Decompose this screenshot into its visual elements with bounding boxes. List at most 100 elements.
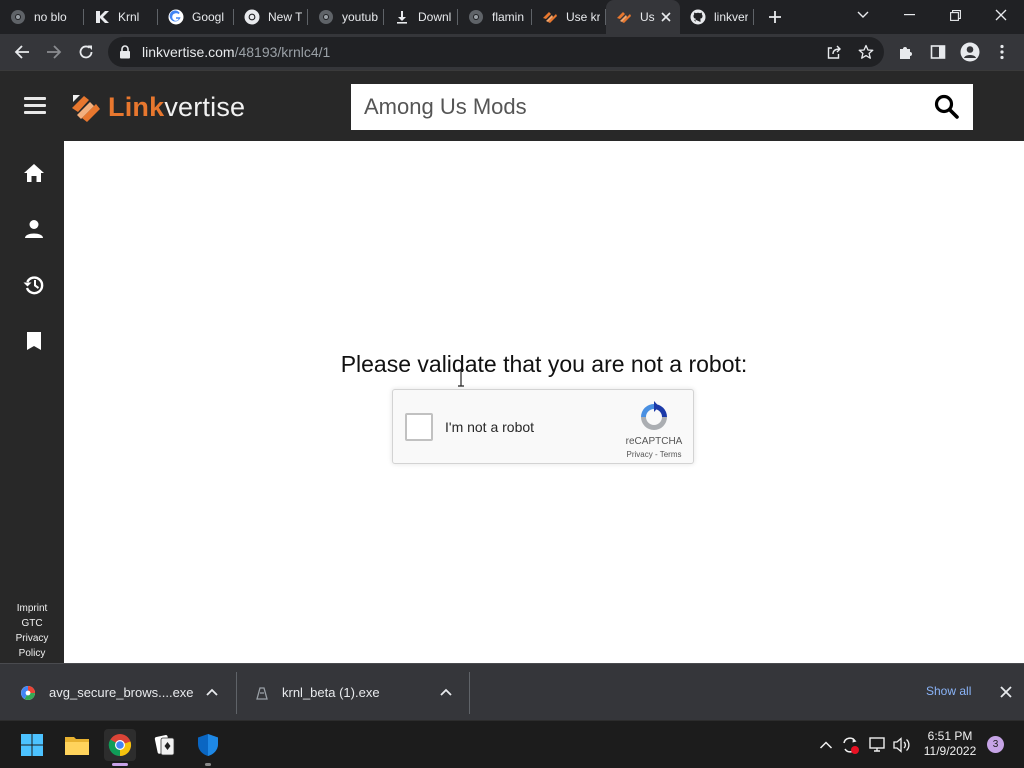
url-text[interactable]: linkvertise.com/48193/krnlc4/1 <box>142 44 330 60</box>
windows-taskbar: 6:51 PM 11/9/2022 3 <box>0 720 1024 768</box>
windows-start-icon[interactable] <box>16 729 48 761</box>
minimize-button[interactable] <box>886 0 932 30</box>
tab-google[interactable]: Googl <box>158 0 234 34</box>
download-filename: krnl_beta (1).exe <box>282 685 380 700</box>
linkvertise-logo[interactable]: Linkvertise <box>70 89 245 125</box>
show-all-downloads-link[interactable]: Show all <box>926 684 971 698</box>
recaptcha-logo-icon <box>637 400 671 434</box>
search-icon[interactable] <box>933 93 961 121</box>
logo-text-vertise: vertise <box>164 91 246 122</box>
text-cursor-icon <box>457 369 465 387</box>
tab-active-linkvertise[interactable]: Us <box>606 0 680 34</box>
tab-title: Krnl <box>118 10 140 24</box>
new-tab-button[interactable] <box>760 0 790 34</box>
tab-use-krnl[interactable]: Use kr <box>532 0 606 34</box>
tab-title: youtub <box>342 10 378 24</box>
side-panel-icon[interactable] <box>922 36 954 68</box>
system-clock[interactable]: 6:51 PM 11/9/2022 <box>916 729 984 759</box>
logo-text: Linkvertise <box>108 92 245 123</box>
url-path: /48193/krnlc4/1 <box>234 44 331 60</box>
tab-download[interactable]: Downl <box>384 0 458 34</box>
network-icon[interactable] <box>867 735 887 755</box>
chrome-taskbar-icon[interactable] <box>104 729 136 766</box>
close-download-bar-icon[interactable] <box>998 684 1014 700</box>
chrome-icon <box>244 9 260 25</box>
close-window-button[interactable] <box>978 0 1024 30</box>
bookmark-star-icon[interactable] <box>851 37 881 67</box>
page-title: Please validate that you are not a robot… <box>340 351 748 377</box>
recaptcha-label: I'm not a robot <box>445 419 535 435</box>
search-input[interactable] <box>364 94 904 120</box>
home-icon[interactable] <box>20 159 48 187</box>
file-icon <box>254 685 270 701</box>
notification-badge[interactable]: 3 <box>987 736 1004 753</box>
sidebar-footer-links: Imprint GTC Privacy Policy <box>0 601 64 661</box>
recaptcha-terms-link[interactable]: Terms <box>660 450 682 459</box>
policy-link[interactable]: Policy <box>0 646 64 661</box>
github-icon <box>690 9 706 25</box>
download-item-avg[interactable]: avg_secure_brows....exe <box>20 664 235 721</box>
chevron-up-icon[interactable] <box>439 685 453 699</box>
history-icon[interactable] <box>20 271 48 299</box>
tab-no-blo[interactable]: no blo <box>0 0 84 34</box>
extensions-icon[interactable] <box>890 36 922 68</box>
share-icon[interactable] <box>819 37 849 67</box>
lock-icon <box>119 45 131 64</box>
site-header: Linkvertise <box>0 70 1024 141</box>
privacy-link[interactable]: Privacy <box>0 631 64 646</box>
download-item-krnl[interactable]: krnl_beta (1).exe <box>254 664 468 721</box>
download-divider <box>236 672 237 714</box>
chrome-globe-icon <box>10 9 26 25</box>
download-icon <box>394 9 410 25</box>
site-sidebar: Imprint GTC Privacy Policy <box>0 141 64 663</box>
tab-title: flamin <box>492 10 525 24</box>
tab-youtube[interactable]: youtub <box>308 0 384 34</box>
chevron-up-icon[interactable] <box>205 685 219 699</box>
address-bar[interactable]: linkvertise.com/48193/krnlc4/1 <box>108 37 884 67</box>
solitaire-icon[interactable] <box>149 729 181 761</box>
back-button[interactable] <box>6 36 38 68</box>
volume-icon[interactable] <box>892 735 912 755</box>
tab-title: linkver <box>714 10 748 24</box>
chrome-globe-icon <box>318 9 334 25</box>
restore-button[interactable] <box>932 0 978 30</box>
running-indicator <box>112 763 128 766</box>
gtc-link[interactable]: GTC <box>0 616 64 631</box>
browser-tab-strip: no blo Krnl Googl New T youtub Downl fla… <box>0 0 1024 34</box>
imprint-link[interactable]: Imprint <box>0 601 64 616</box>
profile-avatar[interactable] <box>954 36 986 68</box>
recaptcha-checkbox[interactable] <box>405 413 433 441</box>
krnl-icon <box>94 9 110 25</box>
reload-button[interactable] <box>70 36 102 68</box>
clock-time: 6:51 PM <box>927 729 973 743</box>
menu-dots-icon[interactable] <box>986 36 1018 68</box>
linkvertise-icon <box>616 9 632 25</box>
tab-linkvertise-github[interactable]: linkver <box>680 0 754 34</box>
recaptcha-privacy-link[interactable]: Privacy <box>627 450 653 459</box>
main-content: Please validate that you are not a robot… <box>64 141 1024 663</box>
sync-alert-icon[interactable] <box>840 735 860 755</box>
chevron-up-tray-icon[interactable] <box>816 735 836 755</box>
tab-flamin[interactable]: flamin <box>458 0 532 34</box>
browser-toolbar: linkvertise.com/48193/krnlc4/1 <box>0 34 1024 70</box>
linkvertise-logo-icon <box>72 95 100 122</box>
recaptcha-widget: I'm not a robot reCAPTCHA Privacy - Term… <box>392 389 694 464</box>
download-divider <box>469 672 470 714</box>
logo-text-link: Link <box>108 91 165 122</box>
tab-title: Use kr <box>566 10 600 24</box>
tab-krnl[interactable]: Krnl <box>84 0 158 34</box>
windows-security-icon[interactable] <box>192 729 224 766</box>
close-tab-icon[interactable] <box>658 9 674 25</box>
file-explorer-icon[interactable] <box>61 729 93 761</box>
google-icon <box>168 9 184 25</box>
chrome-globe-icon <box>468 9 484 25</box>
hamburger-menu-icon[interactable] <box>24 97 46 115</box>
tab-new-tab[interactable]: New T <box>234 0 308 34</box>
recaptcha-link-separator: - <box>652 450 660 459</box>
account-icon[interactable] <box>20 215 48 243</box>
bookmark-icon[interactable] <box>20 327 48 355</box>
tab-title: no blo <box>34 10 67 24</box>
tab-search-button[interactable] <box>840 0 886 30</box>
forward-button[interactable] <box>38 36 70 68</box>
recaptcha-brand: reCAPTCHA <box>625 436 683 447</box>
